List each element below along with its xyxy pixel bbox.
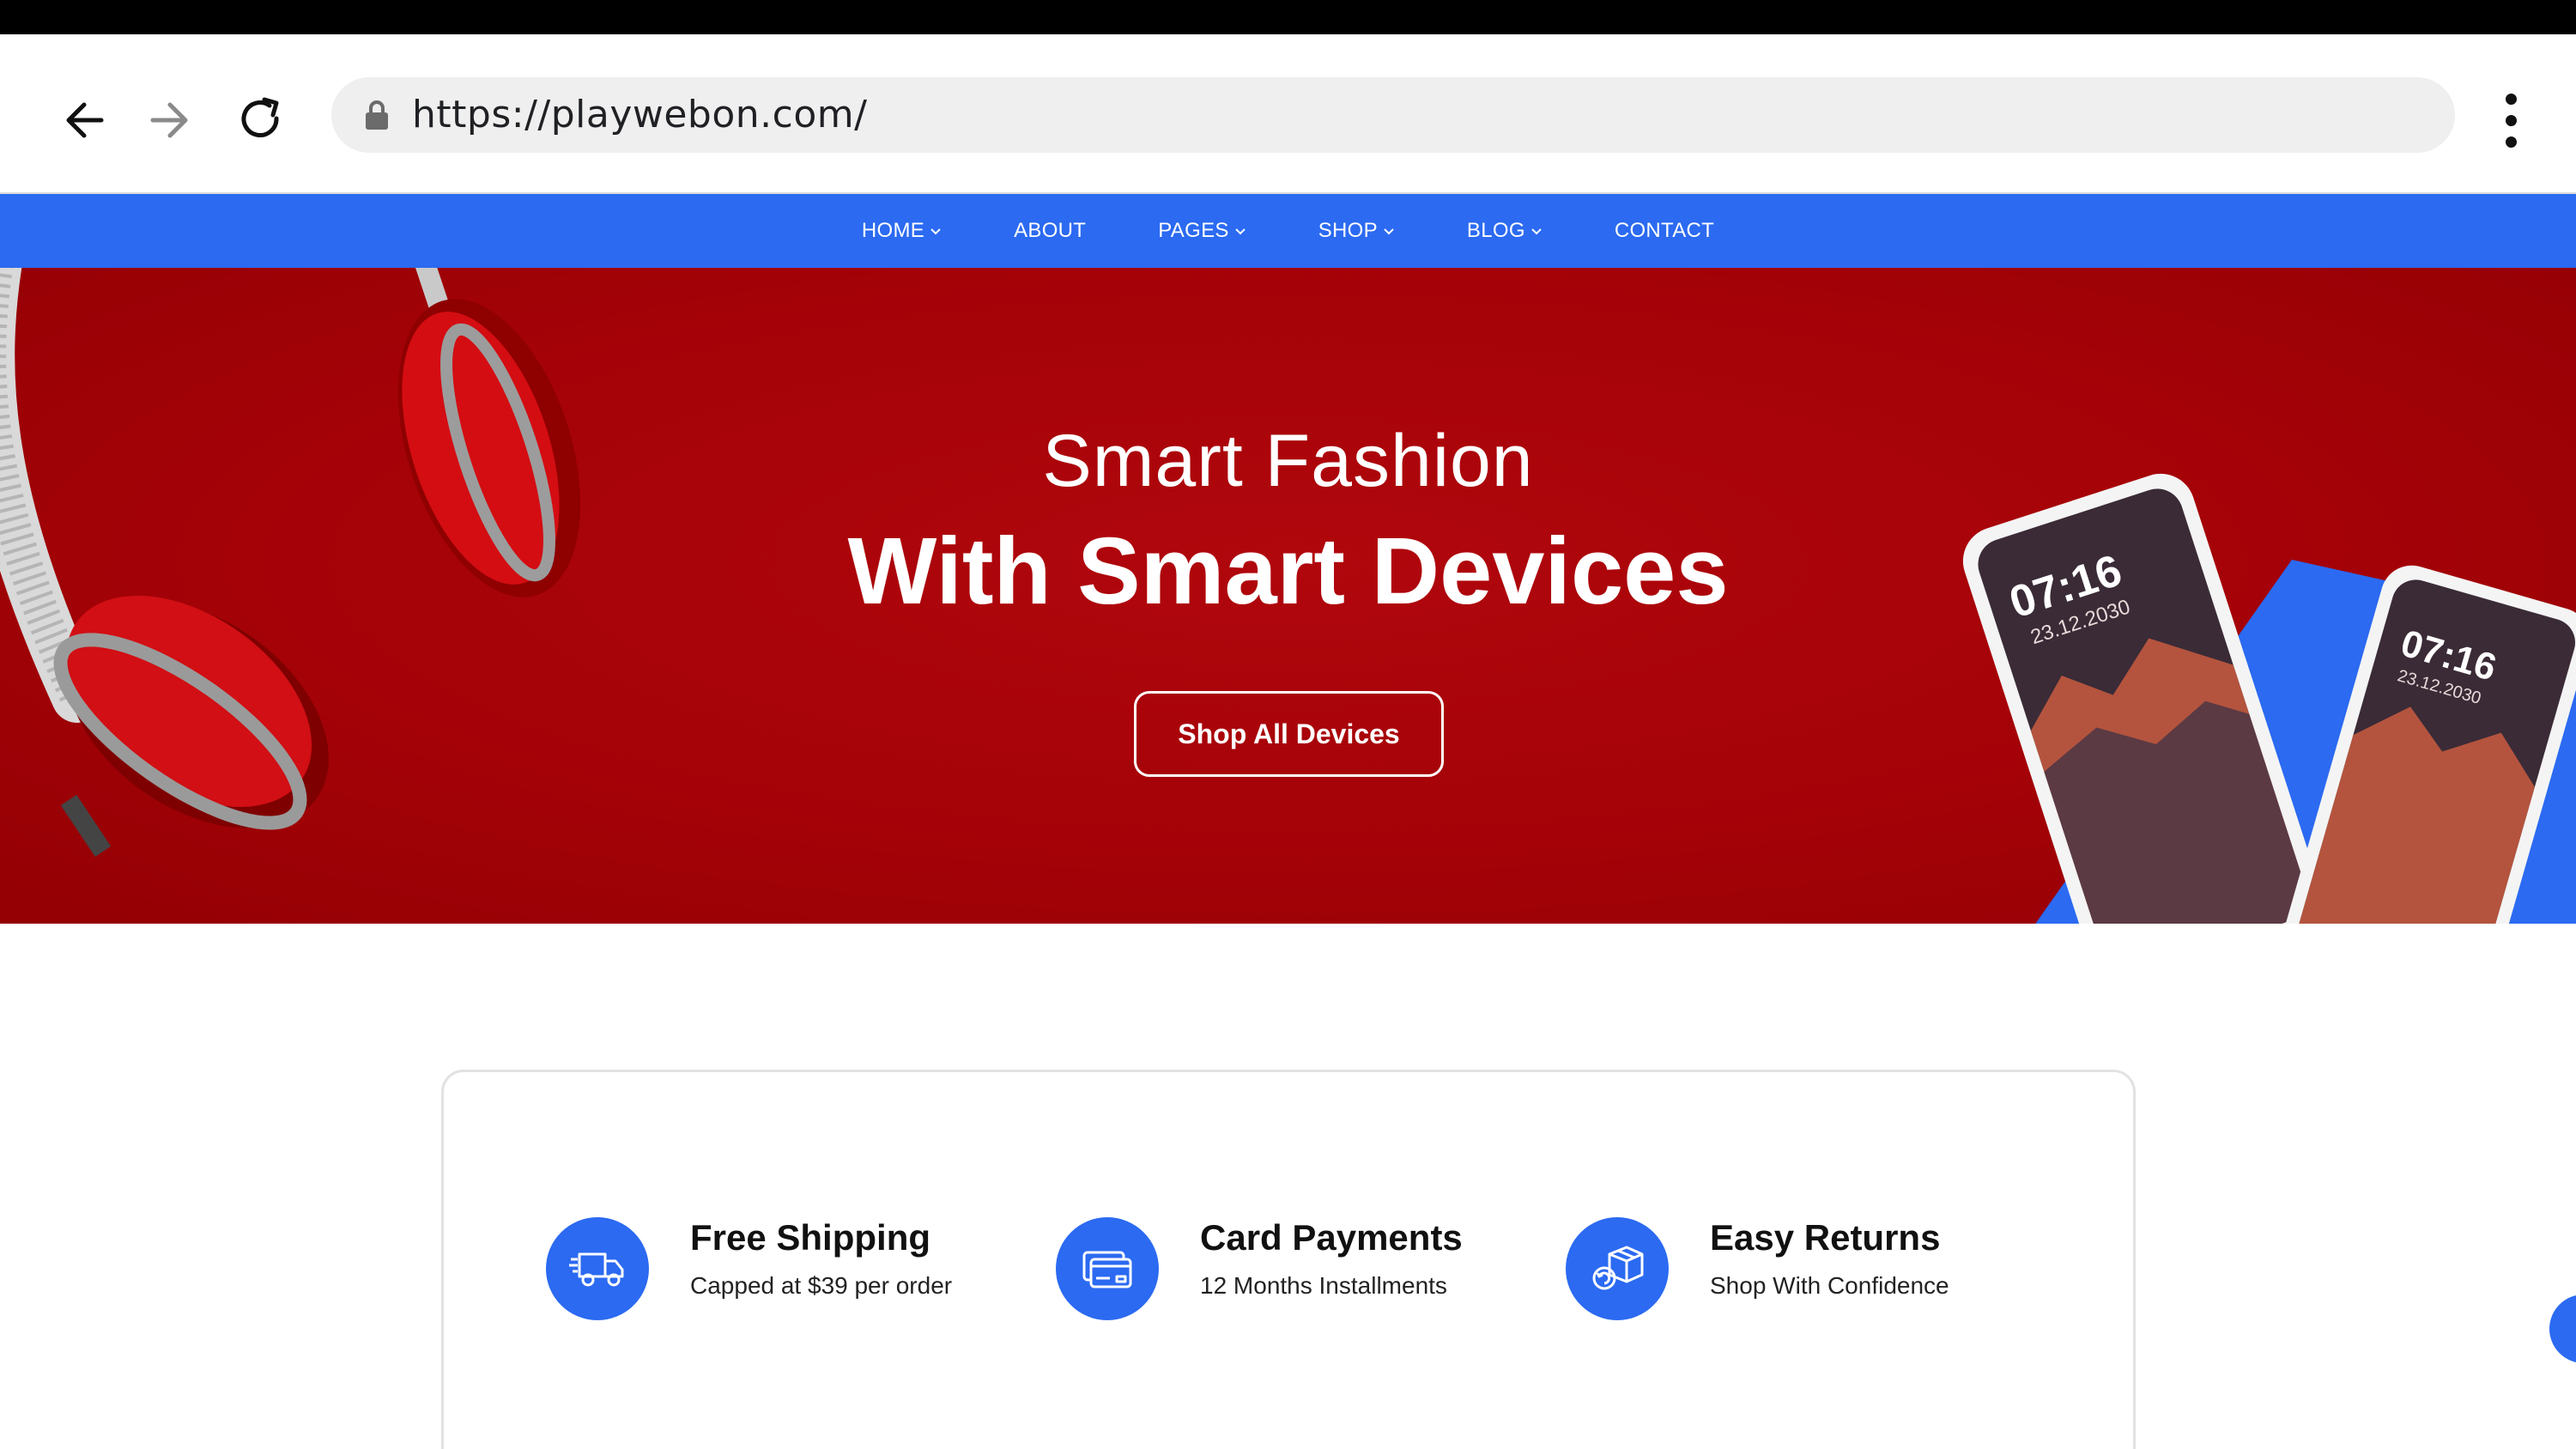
hero-banner: 07:16 23.12.2030 07:16 23.12.2030 Smart … (0, 268, 2576, 924)
reload-icon (241, 97, 279, 137)
nav-item-blog[interactable]: BLOG (1467, 219, 1543, 243)
site-navigation: HOME ABOUT PAGES SHOP BLOG CONTACT (0, 194, 2576, 268)
nav-item-contact[interactable]: CONTACT (1615, 219, 1714, 243)
feature-description: Capped at $39 per order (690, 1272, 953, 1299)
feature-description: Shop With Confidence (1710, 1272, 1949, 1299)
features-card (441, 1070, 2136, 1449)
back-button[interactable] (52, 86, 120, 155)
arrow-left-icon (66, 102, 104, 138)
arrow-right-icon (150, 102, 188, 138)
kebab-menu-icon[interactable] (2489, 86, 2532, 155)
hero-subtitle: Smart Fashion (1042, 420, 1534, 502)
chevron-down-icon (930, 228, 941, 235)
lock-icon (366, 100, 388, 130)
chevron-down-icon (1531, 228, 1542, 235)
nav-item-about[interactable]: ABOUT (1014, 219, 1086, 243)
feature-title: Card Payments (1200, 1217, 1463, 1258)
credit-card-icon (1056, 1217, 1159, 1320)
feature-title: Free Shipping (690, 1217, 931, 1258)
floating-action-button[interactable] (2549, 1294, 2576, 1363)
truck-icon (546, 1217, 649, 1320)
status-bar (0, 0, 2576, 34)
shop-all-devices-button[interactable]: Shop All Devices (1134, 691, 1444, 777)
feature-title: Easy Returns (1710, 1217, 1941, 1258)
chevron-down-icon (1384, 228, 1394, 235)
nav-item-shop[interactable]: SHOP (1318, 219, 1395, 243)
return-box-icon (1566, 1217, 1669, 1320)
chevron-down-icon (1234, 228, 1246, 235)
url-text: https://playwebon.com/ (412, 93, 868, 136)
reload-button[interactable] (227, 86, 295, 155)
nav-item-pages[interactable]: PAGES (1158, 219, 1246, 243)
address-bar[interactable]: https://playwebon.com/ (331, 77, 2455, 153)
hero-title: With Smart Devices (847, 518, 1729, 624)
nav-item-home[interactable]: HOME (862, 219, 942, 243)
feature-description: 12 Months Installments (1200, 1272, 1447, 1299)
forward-button[interactable] (134, 86, 203, 155)
browser-toolbar: https://playwebon.com/ (0, 34, 2576, 194)
